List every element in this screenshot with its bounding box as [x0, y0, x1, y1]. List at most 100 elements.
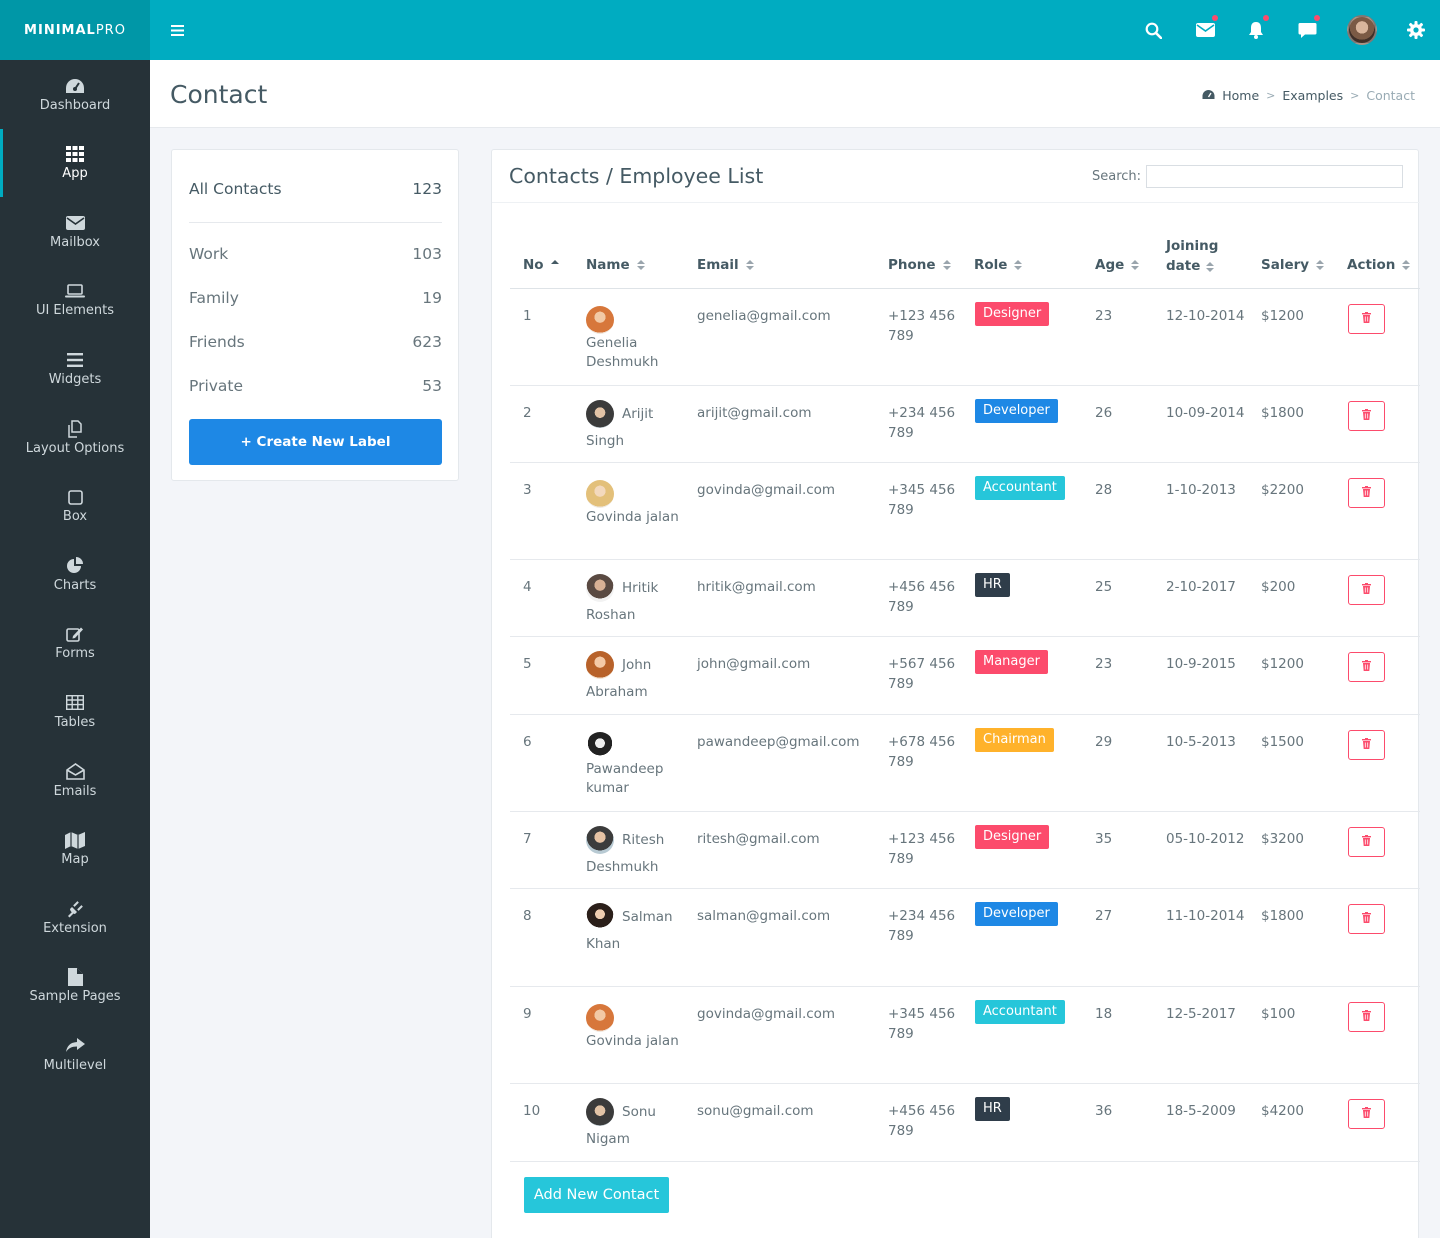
contact-email[interactable]: arijit@gmail.com	[697, 403, 812, 423]
comment-icon[interactable]	[1294, 15, 1320, 44]
label-count: 19	[422, 289, 442, 307]
menu-icon[interactable]	[166, 18, 188, 42]
contact-email[interactable]: govinda@gmail.com	[697, 1004, 835, 1024]
contact-email[interactable]: sonu@gmail.com	[697, 1101, 814, 1121]
sidebar-item-label: Widgets	[48, 371, 102, 387]
contact-phone: +123 456 789	[888, 831, 956, 867]
sidebar-item-ui-elements[interactable]: UI Elements	[0, 266, 150, 334]
breadcrumb-home[interactable]: Home	[1222, 88, 1259, 103]
action-cell	[1348, 1099, 1385, 1129]
add-new-contact-button[interactable]: Add New Contact	[524, 1177, 669, 1213]
settings-icon[interactable]	[1403, 16, 1429, 44]
contact-email[interactable]: ritesh@gmail.com	[697, 829, 820, 849]
sidebar-item-map[interactable]: Map	[0, 815, 150, 883]
breadcrumb-examples[interactable]: Examples	[1282, 88, 1343, 103]
delete-button[interactable]	[1348, 478, 1385, 508]
contact-email[interactable]: govinda@gmail.com	[697, 480, 835, 500]
contact-name[interactable]: Hritik Roshan	[586, 574, 684, 628]
contact-name[interactable]: Ritesh Deshmukh	[586, 826, 684, 880]
row-number: 2	[523, 405, 532, 421]
file-icon	[67, 967, 83, 987]
sidebar-item-label: Extension	[43, 920, 107, 936]
contact-name[interactable]: Govinda jalan	[586, 480, 684, 527]
delete-button[interactable]	[1348, 401, 1385, 431]
sidebar-item-tables[interactable]: Tables	[0, 677, 150, 745]
label-family[interactable]: Family 19	[189, 289, 442, 307]
column-header-label: No	[523, 257, 544, 273]
label-work[interactable]: Work 103	[189, 245, 442, 263]
contact-name[interactable]: John Abraham	[586, 651, 684, 705]
sidebar-item-multilevel[interactable]: Multilevel	[0, 1020, 150, 1088]
delete-button[interactable]	[1348, 575, 1385, 605]
sidebar-item-widgets[interactable]: Widgets	[0, 334, 150, 402]
delete-button[interactable]	[1348, 652, 1385, 682]
contact-name[interactable]: Govinda jalan	[586, 1004, 684, 1051]
contact-name[interactable]: Sonu Nigam	[586, 1098, 684, 1152]
sidebar-item-app[interactable]: App	[0, 128, 150, 197]
search-input[interactable]	[1146, 165, 1403, 188]
contact-email[interactable]: pawandeep@gmail.com	[697, 732, 860, 752]
brand-logo[interactable]: MINIMAL PRO	[0, 0, 150, 60]
delete-button[interactable]	[1348, 904, 1385, 934]
salary: $1800	[1261, 908, 1304, 924]
avatar	[586, 480, 614, 508]
sidebar-item-mailbox[interactable]: Mailbox	[0, 197, 150, 265]
contact-name[interactable]: Pawandeep kumar	[586, 732, 684, 798]
delete-button[interactable]	[1348, 730, 1385, 760]
column-header-label: Salery	[1261, 257, 1310, 273]
delete-button[interactable]	[1348, 827, 1385, 857]
contact-email[interactable]: john@gmail.com	[697, 654, 810, 674]
bars-icon	[67, 350, 83, 370]
contact-name[interactable]: Salman Khan	[586, 903, 684, 957]
envelope-icon[interactable]	[1192, 15, 1218, 44]
sidebar-item-charts[interactable]: Charts	[0, 540, 150, 608]
share-icon	[65, 1036, 85, 1056]
sidebar-item-forms[interactable]: Forms	[0, 609, 150, 677]
delete-button[interactable]	[1348, 1002, 1385, 1032]
contact-name-text: Govinda jalan	[586, 1033, 679, 1049]
column-header-no[interactable]: No	[523, 257, 559, 273]
label-private[interactable]: Private 53	[189, 377, 442, 395]
column-header-phone[interactable]: Phone	[888, 257, 951, 273]
search-icon[interactable]	[1140, 16, 1166, 44]
row-number: 6	[523, 734, 532, 750]
column-header-salery[interactable]: Salery	[1261, 257, 1325, 273]
column-header-email[interactable]: Email	[697, 257, 754, 273]
contact-name[interactable]: Arijit Singh	[586, 400, 684, 454]
joining-date: 10-9-2015	[1166, 656, 1236, 672]
joining-date: 12-10-2014	[1166, 308, 1245, 324]
joining-date: 1-10-2013	[1166, 482, 1236, 498]
delete-button[interactable]	[1348, 1099, 1385, 1129]
page-header: Contact Home > Examples > Contact	[150, 60, 1440, 128]
sidebar-item-extension[interactable]: Extension	[0, 883, 150, 951]
column-header-role[interactable]: Role	[974, 257, 1023, 273]
label-count: 623	[412, 333, 442, 351]
label-friends[interactable]: Friends 623	[189, 333, 442, 351]
label-name: Private	[189, 377, 244, 395]
contact-email[interactable]: salman@gmail.com	[697, 906, 830, 926]
column-header-name[interactable]: Name	[586, 257, 645, 273]
sort-icon	[1131, 259, 1140, 271]
delete-button[interactable]	[1348, 304, 1385, 334]
sidebar-item-layout-options[interactable]: Layout Options	[0, 403, 150, 471]
contact-email[interactable]: hritik@gmail.com	[697, 577, 816, 597]
bell-icon[interactable]	[1243, 15, 1269, 44]
contact-age: 36	[1095, 1103, 1113, 1119]
label-all-contacts[interactable]: All Contacts 123	[189, 180, 442, 198]
create-new-label-button[interactable]: + Create New Label	[189, 419, 442, 465]
chevron-right-icon: >	[1266, 89, 1276, 102]
column-header-joining-date[interactable]: Joining date	[1166, 236, 1222, 276]
user-avatar[interactable]	[1347, 15, 1377, 45]
column-header-age[interactable]: Age	[1095, 257, 1140, 273]
row-number: 10	[523, 1103, 541, 1119]
contact-email[interactable]: genelia@gmail.com	[697, 306, 831, 326]
sidebar-item-emails[interactable]: Emails	[0, 746, 150, 814]
column-header-action[interactable]: Action	[1347, 257, 1411, 273]
trash-icon	[1362, 483, 1371, 503]
role-badge: Designer	[975, 825, 1050, 849]
contact-name[interactable]: Genelia Deshmukh	[586, 306, 684, 372]
sidebar-item-box[interactable]: Box	[0, 472, 150, 540]
sidebar-item-sample-pages[interactable]: Sample Pages	[0, 952, 150, 1020]
sidebar-item-dashboard[interactable]: Dashboard	[0, 60, 150, 128]
table-row: 1 Genelia Deshmukh genelia@gmail.com +123 4…	[510, 289, 1420, 386]
